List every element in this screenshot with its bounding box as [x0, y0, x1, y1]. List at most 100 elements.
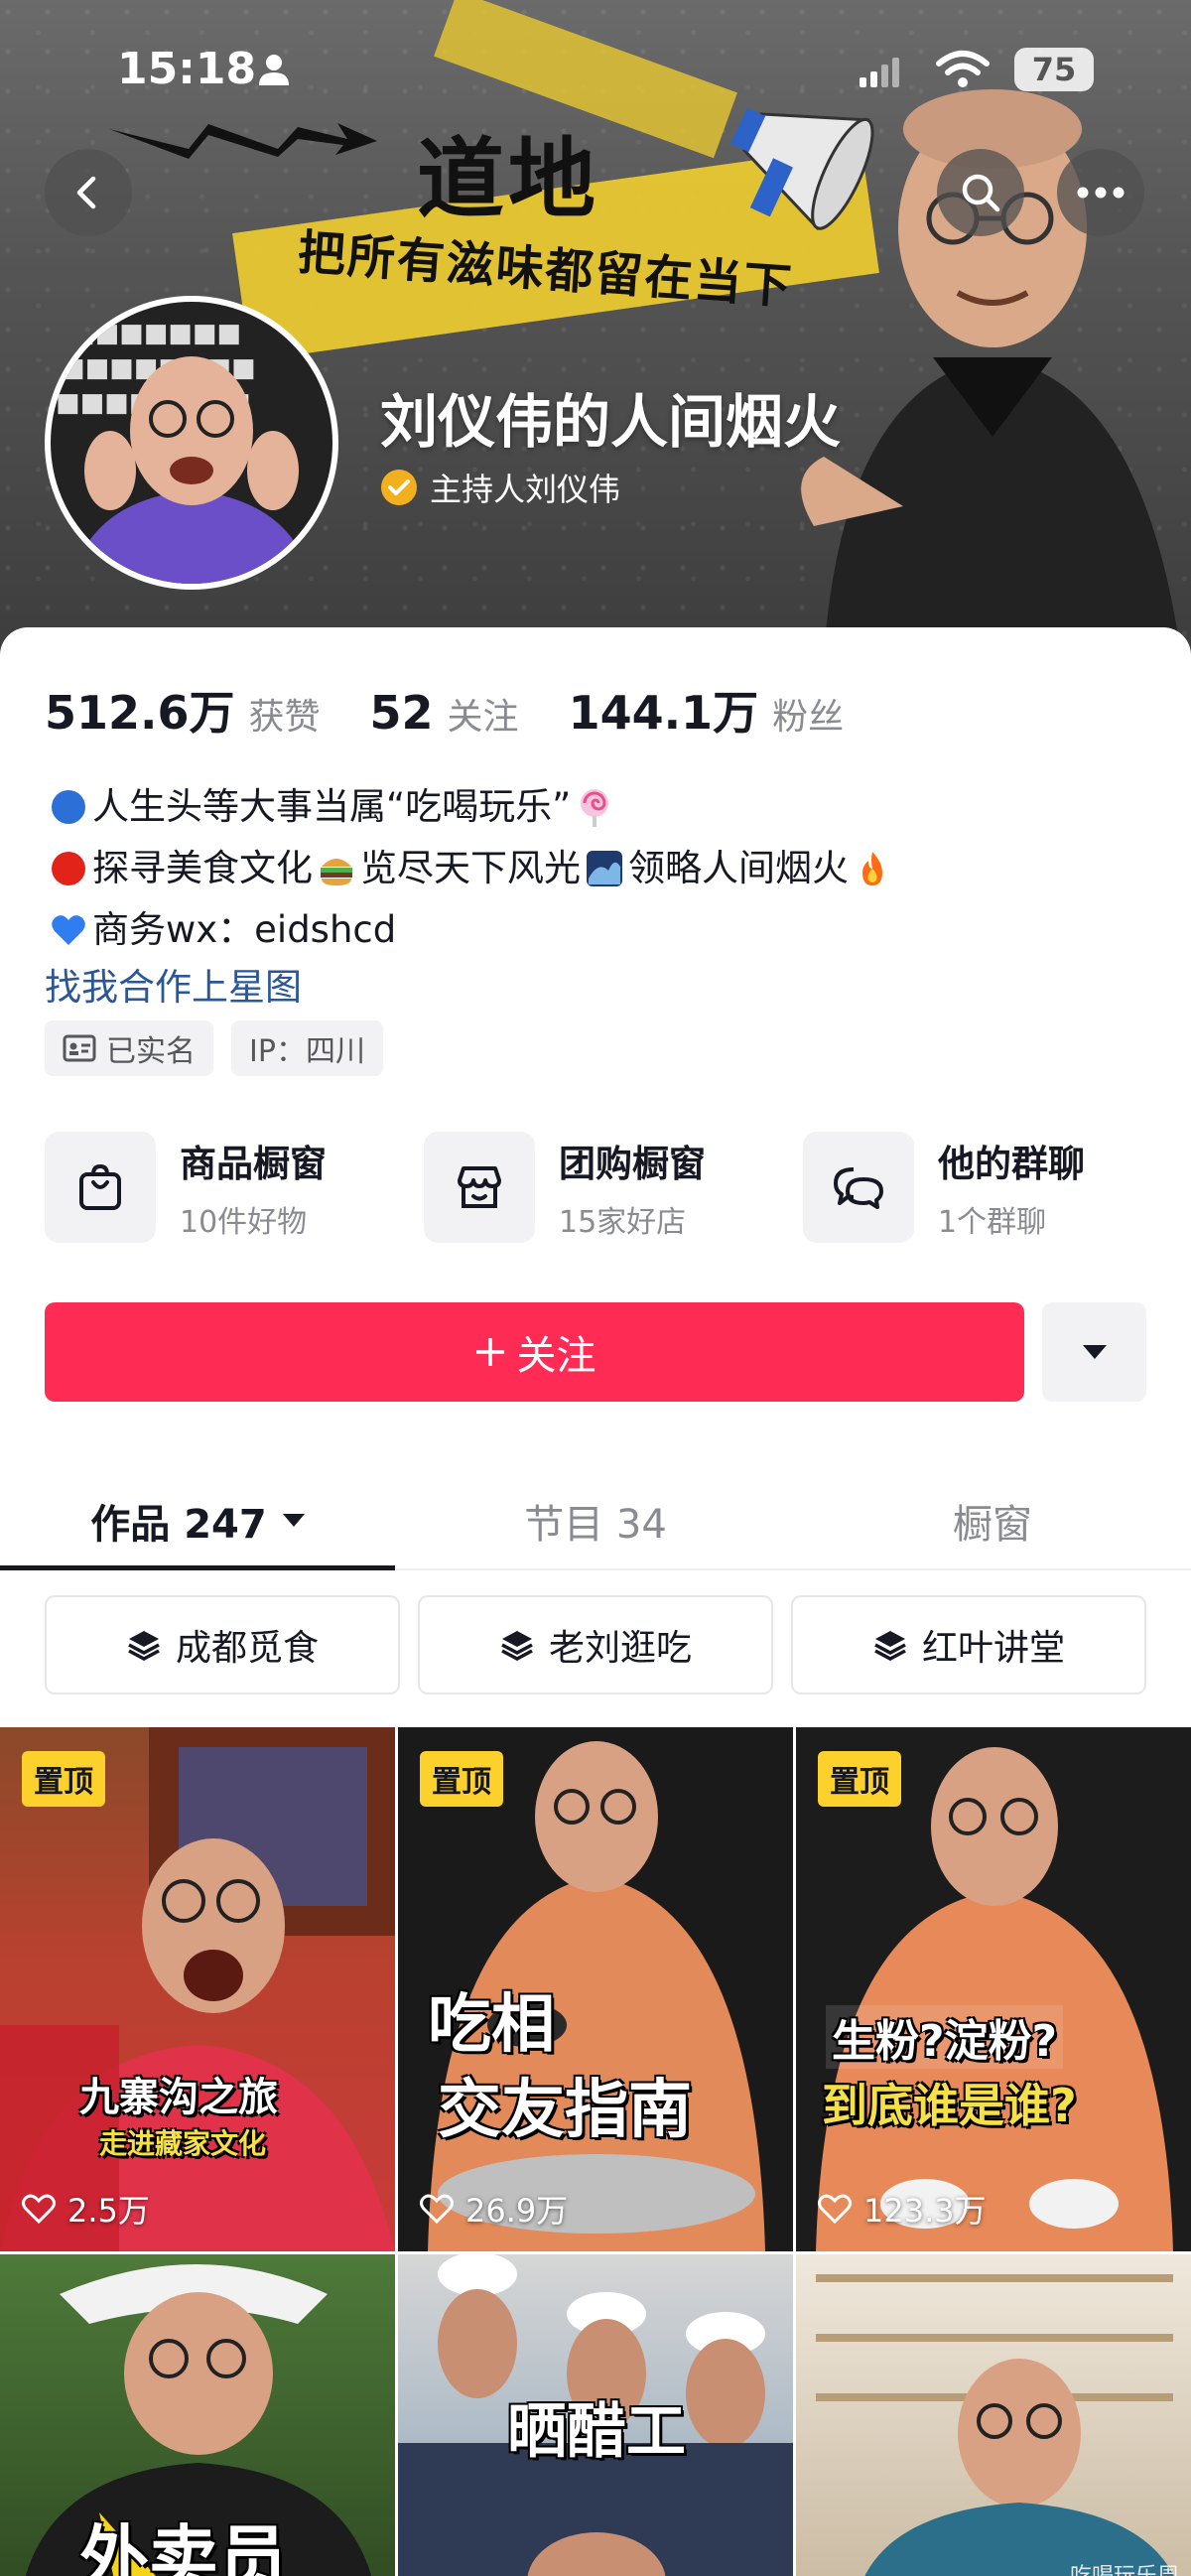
stat-following[interactable]: 52 关注 — [370, 686, 519, 740]
stack-icon — [128, 1631, 160, 1661]
blue-heart-icon — [52, 915, 85, 945]
search-icon — [962, 174, 1000, 212]
likes-count: 2.5万 — [67, 2192, 150, 2230]
stat-number: 512.6万 — [45, 686, 235, 740]
feature-entries: 商品橱窗 10件好物 团购橱窗 15家好店 他的群聊 1个群聊 — [45, 1132, 1146, 1251]
video-tile[interactable]: 吃喝玩乐周 — [796, 2254, 1191, 2576]
bio-text: 览尽天下风光 — [360, 847, 581, 889]
entry-title: 他的群聊 — [938, 1143, 1085, 1185]
entry-icon-box — [45, 1132, 156, 1243]
video-tile[interactable]: 置顶 吃相 交友指南 26.9万 — [398, 1727, 793, 2251]
chevron-left-icon — [76, 176, 96, 209]
collection-chip[interactable]: 红叶讲堂 — [791, 1595, 1146, 1695]
caret-down-icon — [282, 1514, 305, 1527]
back-button[interactable] — [45, 149, 132, 236]
video-likes: 123.3万 — [818, 2186, 987, 2232]
chat-icon — [834, 1167, 883, 1209]
stat-likes: 512.6万 获赞 — [45, 677, 321, 743]
video-likes: 2.5万 — [22, 2186, 150, 2232]
avatar[interactable]: ■■■■■■■■■■■■■■■ ■■■■■■■■ — [45, 296, 338, 590]
entry-subtitle: 10件好物 — [180, 1205, 308, 1240]
video-caption: 交友指南 — [438, 2074, 692, 2147]
more-button[interactable] — [1057, 149, 1144, 236]
tab-showcase[interactable]: 橱窗 — [794, 1471, 1191, 1570]
entry-group-chat[interactable]: 他的群聊 1个群聊 — [803, 1132, 1085, 1243]
collection-label: 红叶讲堂 — [921, 1628, 1065, 1669]
stat-number: 144.1万 — [568, 686, 759, 740]
video-tile[interactable]: 置顶 九寨沟之旅 走进藏家文化 2.5万 — [0, 1727, 395, 2251]
pinned-badge: 置顶 — [22, 1751, 105, 1807]
tag-label: 已实名 — [106, 1034, 196, 1069]
recommend-dropdown-button[interactable] — [1042, 1302, 1146, 1402]
profile-banner: 道地 把所有滋味都留在当下 15:18 75 ■■■■■■■ ■■■■■■■■ … — [0, 0, 1191, 655]
profile-tags: 已实名 IP：四川 — [45, 1020, 383, 1076]
tab-programs[interactable]: 节目 34 — [397, 1471, 794, 1570]
tag-label: IP：四川 — [249, 1034, 365, 1069]
profile-nickname: 刘仪伟的人间烟火 — [380, 388, 842, 456]
shopping-bag-icon — [79, 1163, 121, 1210]
follow-button[interactable]: 关注 — [45, 1302, 1024, 1402]
video-caption: 晒醋工 — [507, 2397, 686, 2467]
wave-landscape-icon — [587, 851, 622, 886]
heart-outline-icon — [22, 2194, 56, 2224]
avatar-image: ■■■■■■■■■■■■■■■ ■■■■■■■■ — [51, 302, 332, 584]
search-button[interactable] — [937, 149, 1024, 236]
follow-label: 关注 — [516, 1333, 596, 1379]
stat-label: 粉丝 — [772, 697, 845, 738]
video-tile[interactable]: 外卖员 — [0, 2254, 395, 2576]
stat-followers[interactable]: 144.1万 粉丝 — [569, 677, 845, 743]
more-dots-icon — [1077, 187, 1125, 199]
fire-icon — [862, 852, 882, 885]
profile-stats: 512.6万 获赞 52 关注 144.1万 粉丝 — [45, 677, 893, 743]
heart-outline-icon — [818, 2194, 852, 2224]
plus-icon — [475, 1338, 504, 1366]
stack-icon — [501, 1631, 533, 1661]
tab-label: 橱窗 — [953, 1502, 1032, 1548]
active-tab-indicator — [0, 1565, 395, 1570]
heart-outline-icon — [420, 2194, 454, 2224]
blue-circle-icon — [52, 790, 85, 824]
video-thumbnail — [816, 2274, 1174, 2576]
video-caption: 九寨沟之旅 — [79, 2075, 278, 2120]
entry-subtitle: 1个群聊 — [938, 1205, 1047, 1240]
bio-text: 领略人间烟火 — [628, 847, 849, 889]
verification-row: 主持人刘仪伟 — [380, 465, 620, 510]
cooperation-link[interactable]: 找我合作上星图 — [45, 957, 302, 1011]
video-tile[interactable]: 晒醋工 — [398, 2254, 793, 2576]
profile-card: 512.6万 获赞 52 关注 144.1万 粉丝 人生头等大事当属“吃喝玩乐”… — [0, 627, 1191, 2576]
verified-label: 主持人刘仪伟 — [430, 471, 621, 508]
tab-works[interactable]: 作品 247 — [0, 1471, 397, 1570]
entry-product-showcase[interactable]: 商品橱窗 10件好物 — [45, 1132, 327, 1243]
tag-ip: IP：四川 — [231, 1020, 383, 1076]
tag-real-name: 已实名 — [45, 1020, 213, 1076]
bio-line: 探寻美食文化 览尽天下风光 领略人间烟火 — [45, 838, 1146, 899]
entry-group-buy[interactable]: 团购橱窗 15家好店 — [424, 1132, 706, 1243]
collection-label: 成都觅食 — [175, 1628, 319, 1669]
video-caption: 走进藏家文化 — [99, 2127, 267, 2160]
store-icon — [458, 1166, 501, 1208]
likes-count: 123.3万 — [863, 2192, 987, 2230]
video-caption: 生粉?淀粉? — [826, 2005, 1064, 2069]
video-caption: 吃相 — [428, 1988, 555, 2062]
entry-title: 商品橱窗 — [180, 1143, 327, 1185]
signal-icon — [860, 58, 899, 87]
entry-icon-box — [424, 1132, 535, 1243]
status-bar: 15:18 75 — [0, 0, 1191, 139]
red-circle-icon — [52, 852, 85, 885]
entry-icon-box — [803, 1132, 914, 1243]
collection-chip[interactable]: 老刘逛吃 — [418, 1595, 773, 1695]
entry-subtitle: 15家好店 — [559, 1205, 687, 1240]
bio-text: 人生头等大事当属“吃喝玩乐” — [92, 785, 572, 828]
pinned-badge: 置顶 — [818, 1751, 901, 1807]
bio-text: 探寻美食文化 — [92, 847, 313, 889]
verified-badge-icon — [381, 470, 417, 505]
id-card-icon — [63, 1034, 96, 1062]
stat-label: 获赞 — [248, 697, 321, 738]
entry-title: 团购橱窗 — [559, 1143, 706, 1185]
collection-chip[interactable]: 成都觅食 — [45, 1595, 400, 1695]
tab-label: 作品 247 — [90, 1502, 267, 1548]
video-watermark: 吃喝玩乐周 — [1070, 2558, 1179, 2576]
stat-number: 52 — [369, 686, 434, 740]
video-caption: 到底谁是谁? — [822, 2079, 1077, 2132]
video-tile[interactable]: 置顶 生粉?淀粉? 到底谁是谁? 123.3万 — [796, 1727, 1191, 2251]
